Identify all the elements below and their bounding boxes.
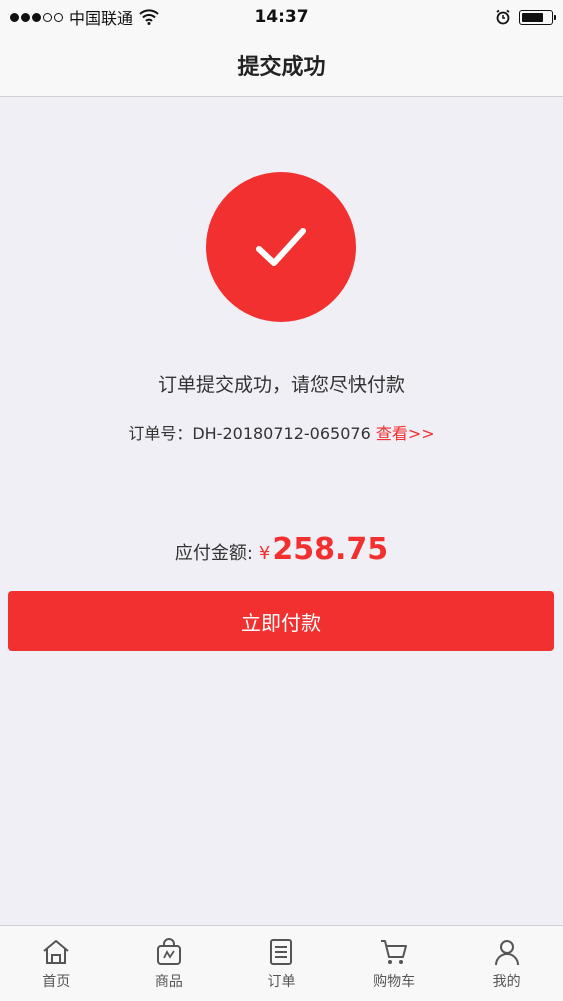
carrier-label: 中国联通 bbox=[69, 9, 134, 28]
currency-symbol: ¥ bbox=[258, 543, 271, 564]
status-left: 中国联通 bbox=[10, 5, 159, 29]
status-bar: 中国联通 14:37 bbox=[0, 0, 563, 34]
user-icon bbox=[494, 939, 519, 965]
order-number-label: 订单号： bbox=[128, 424, 193, 443]
tab-cart[interactable]: 购物车 bbox=[338, 926, 451, 1001]
amount-label: 应付金额: bbox=[174, 543, 253, 564]
success-message: 订单提交成功，请您尽快付款 bbox=[157, 374, 405, 396]
tab-label: 购物车 bbox=[373, 973, 416, 990]
amount-value: 258.75 bbox=[272, 532, 389, 567]
success-badge bbox=[206, 172, 356, 322]
nav-bar: 提交成功 bbox=[0, 34, 563, 97]
view-order-link[interactable]: 查看>> bbox=[376, 424, 435, 443]
wifi-icon bbox=[139, 9, 159, 25]
tab-home[interactable]: 首页 bbox=[0, 926, 113, 1001]
tab-orders[interactable]: 订单 bbox=[225, 926, 338, 1001]
page-title: 提交成功 bbox=[237, 55, 326, 80]
order-list-icon bbox=[270, 938, 293, 965]
tab-products[interactable]: 商品 bbox=[113, 926, 226, 1001]
tab-label: 我的 bbox=[492, 973, 521, 990]
tab-label: 订单 bbox=[267, 973, 296, 990]
tab-label: 首页 bbox=[42, 973, 71, 990]
order-info: 订单号：DH-20180712-065076 查看>> bbox=[0, 420, 563, 444]
home-icon bbox=[43, 939, 69, 964]
tab-label: 商品 bbox=[154, 973, 183, 990]
battery-level bbox=[522, 12, 543, 22]
shopping-bag-icon bbox=[156, 937, 181, 965]
tab-profile[interactable]: 我的 bbox=[450, 926, 563, 1001]
check-icon bbox=[256, 228, 306, 266]
pay-now-button[interactable]: 立即付款 bbox=[8, 591, 554, 651]
signal-dots-icon bbox=[10, 12, 63, 22]
battery-icon bbox=[519, 9, 556, 25]
order-number: DH-20180712-065076 bbox=[192, 424, 371, 443]
amount-due: 应付金额: ¥ 258.75 bbox=[0, 532, 563, 567]
alarm-icon bbox=[496, 9, 510, 25]
status-right bbox=[495, 9, 556, 25]
tab-bar: 首页 商品 订单 购物车 我的 bbox=[0, 925, 563, 1001]
cart-icon bbox=[381, 939, 408, 964]
